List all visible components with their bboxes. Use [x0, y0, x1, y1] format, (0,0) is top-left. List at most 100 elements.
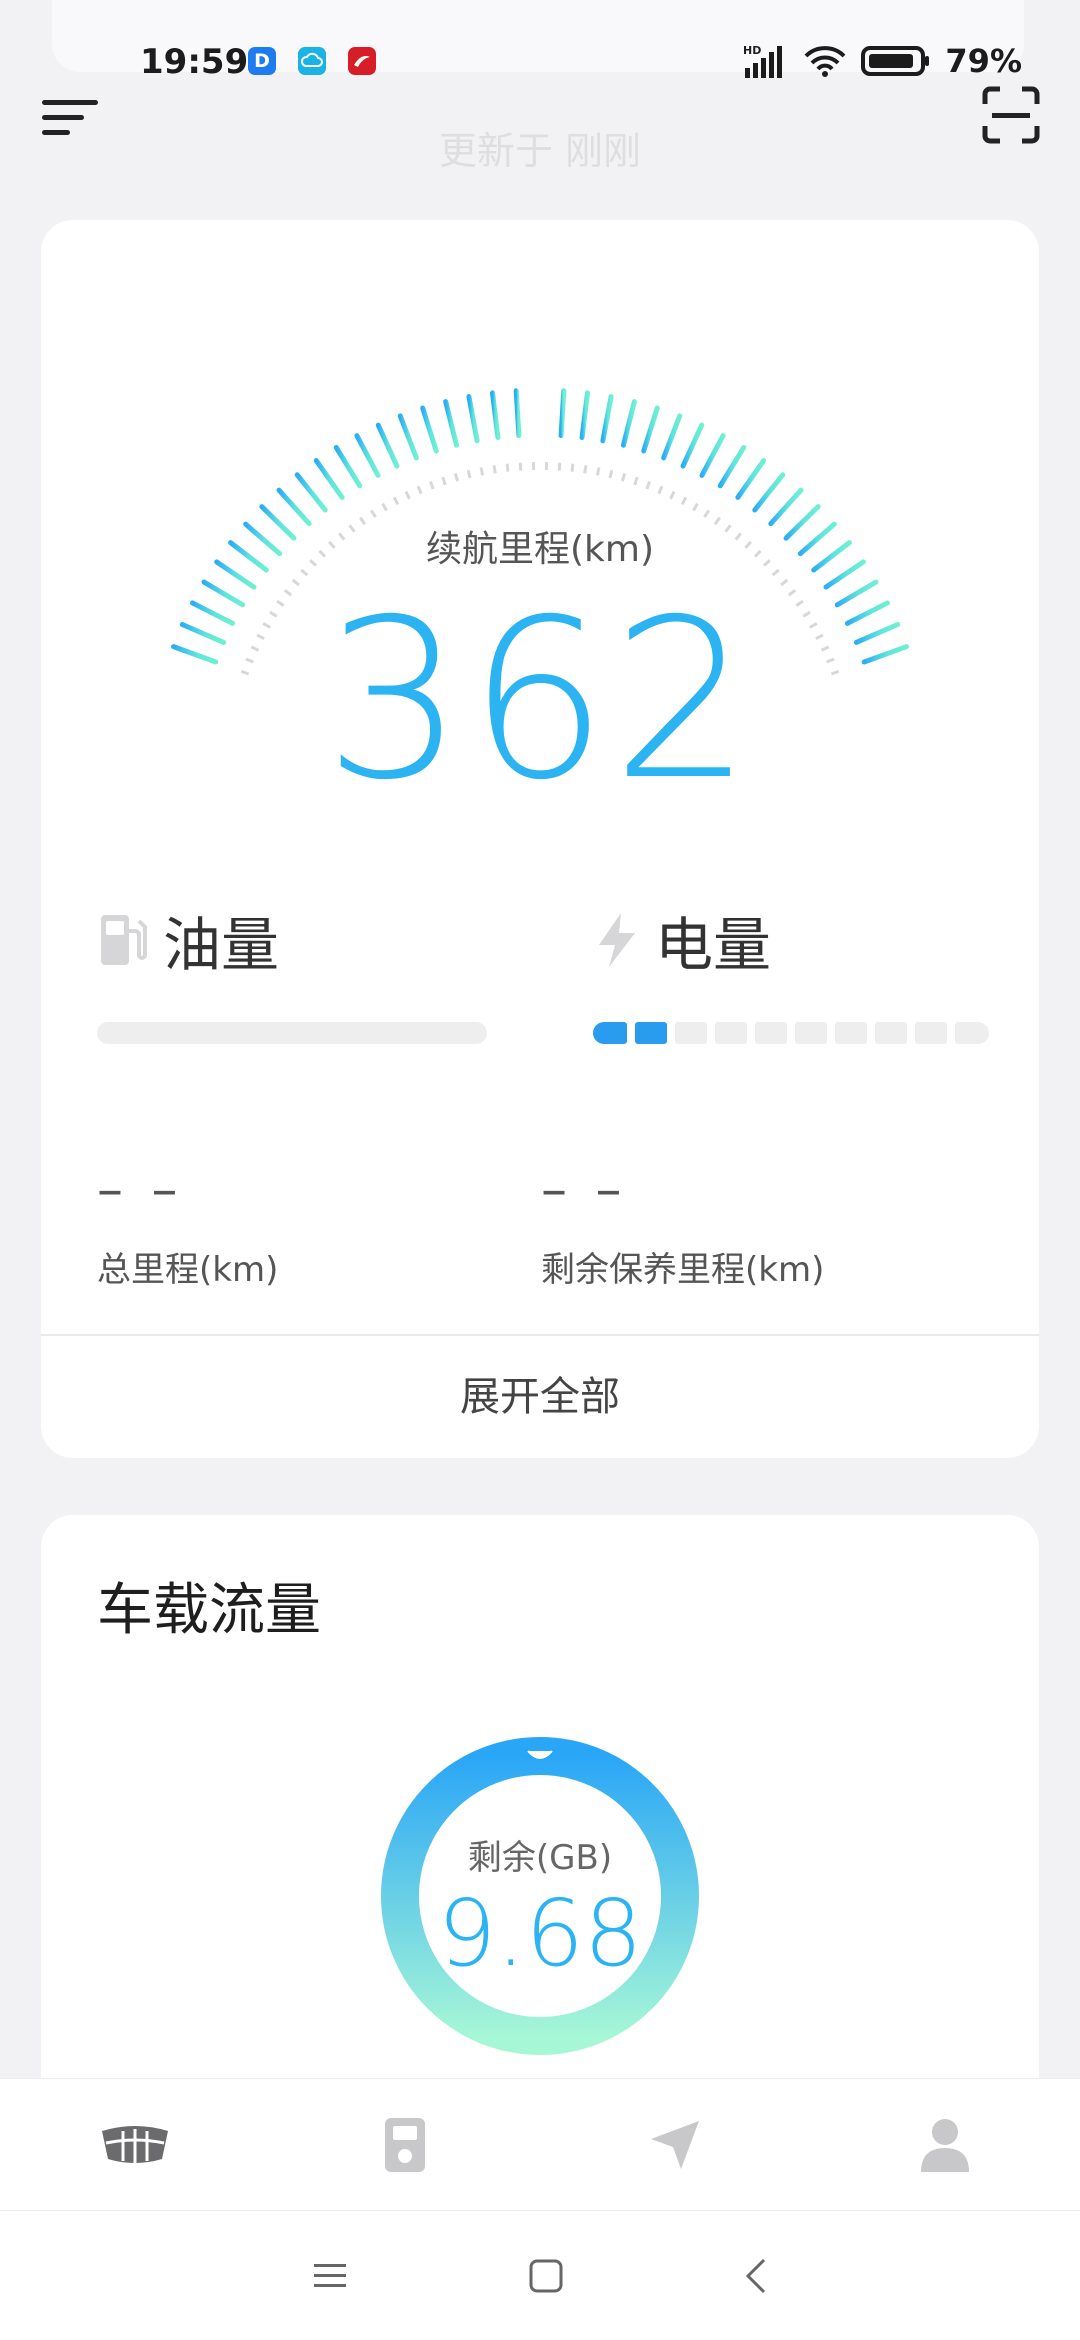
lightning-icon [599, 913, 635, 967]
gauge-tick [420, 405, 439, 454]
battery-segment [875, 1022, 907, 1044]
svg-text:HD: HD [743, 44, 761, 57]
battery-percent: 79% [945, 42, 1022, 80]
navigation-arrow-icon [651, 2120, 699, 2169]
gauge-tick [768, 487, 804, 527]
gauge-tick [333, 444, 363, 489]
battery-segment [755, 1022, 787, 1044]
update-status: 更新于 刚刚 [438, 129, 642, 173]
fuel-section: 油量 [97, 900, 487, 1044]
gauge-minor-tick [392, 496, 400, 506]
gauge-minor-tick [633, 476, 639, 486]
gauge-tick [752, 472, 786, 513]
gauge-tick [443, 399, 460, 448]
battery-segment [675, 1022, 707, 1044]
gauge-minor-tick [370, 509, 377, 518]
top-bar: 更新于 刚刚 [0, 80, 1080, 180]
gauge-tick [276, 487, 312, 527]
range-value: 362 [324, 572, 756, 828]
gauge-tick [620, 399, 637, 448]
gauge-tick [735, 458, 767, 500]
airline-app-icon [348, 47, 376, 75]
wifi-icon [804, 46, 846, 77]
battery-segment [593, 1022, 627, 1044]
bottom-tab-bar [0, 2078, 1080, 2210]
cloud-app-icon [298, 47, 326, 75]
tab-remote-key[interactable] [270, 2079, 540, 2210]
gauge-minor-tick [441, 476, 447, 486]
tab-navigation[interactable] [540, 2079, 810, 2210]
gauge-tick [699, 433, 726, 478]
gauge-minor-tick [381, 502, 388, 512]
gauge-tick [661, 413, 683, 461]
maintenance-mileage-label: 剩余保养里程(km) [541, 1250, 825, 1290]
home-icon[interactable] [528, 2258, 564, 2294]
fuel-pump-icon [101, 915, 147, 965]
battery-icon [861, 46, 930, 76]
gauge-minor-tick [703, 509, 710, 518]
gauge-tick [641, 405, 660, 454]
battery-segment [955, 1022, 989, 1044]
electricity-label: 电量 [655, 911, 772, 979]
gauge-minor-tick [669, 490, 676, 500]
recent-apps-icon[interactable] [312, 2260, 348, 2292]
maintenance-mileage-value: – – [541, 1160, 628, 1220]
battery-segment [835, 1022, 867, 1044]
gauge-tick [294, 472, 328, 513]
gauge-minor-tick [657, 485, 664, 495]
gauge-minor-tick [492, 465, 497, 474]
gauge-minor-tick [466, 469, 472, 479]
data-usage-title: 车载流量 [97, 1578, 321, 1643]
gauge-tick [313, 458, 345, 500]
gauge-minor-tick [595, 467, 601, 476]
gauge-minor-tick [583, 465, 588, 474]
gauge-minor-tick [453, 473, 459, 482]
gauge-tick [375, 422, 400, 469]
gauge-minor-tick [505, 463, 510, 472]
vehicle-status-card: 续航里程(km) 362 油量 电量 – – 总里程(km) – – 剩余保养里… [41, 220, 1039, 1458]
gauge-minor-tick [680, 496, 688, 506]
dingtalk-app-icon: D [248, 47, 276, 75]
car-key-icon [385, 2117, 425, 2172]
gauge-tick [558, 388, 567, 439]
gauge-minor-tick [608, 469, 614, 479]
status-time: 19:59 [140, 42, 249, 82]
signal-icon: HD [743, 44, 783, 78]
fuel-level-bar [97, 1022, 487, 1044]
battery-level-bar [593, 1022, 993, 1044]
gauge-tick [717, 444, 747, 489]
total-mileage-stat: – – 总里程(km) [97, 1160, 278, 1291]
scan-icon[interactable] [982, 86, 1040, 144]
range-label: 续航里程(km) [425, 529, 654, 570]
battery-segment [915, 1022, 947, 1044]
gauge-tick [397, 413, 419, 461]
gauge-tick [600, 394, 614, 444]
tab-profile[interactable] [810, 2079, 1080, 2210]
person-icon [921, 2118, 969, 2172]
data-remaining-value: 9.68 [437, 1880, 643, 1987]
gauge-tick [466, 394, 480, 444]
status-indicators: HD 79% [743, 42, 1022, 80]
battery-segment [795, 1022, 827, 1044]
total-mileage-label: 总里程(km) [97, 1250, 279, 1290]
gauge-minor-tick [404, 490, 411, 500]
back-icon[interactable] [744, 2257, 768, 2295]
gauge-tick [513, 388, 522, 439]
battery-segment [715, 1022, 747, 1044]
expand-all-button[interactable]: 展开全部 [41, 1336, 1039, 1458]
gauge-minor-tick [428, 480, 435, 490]
gauge-minor-tick [621, 473, 627, 482]
gauge-minor-tick [645, 480, 652, 490]
gauge-tick [680, 422, 705, 469]
gauge-tick [579, 390, 591, 441]
data-remaining-label: 剩余(GB) [467, 1838, 613, 1878]
gauge-minor-tick [692, 502, 699, 512]
battery-segment [635, 1022, 667, 1044]
gauge-tick [354, 433, 381, 478]
maintenance-mileage-stat: – – 剩余保养里程(km) [541, 1160, 824, 1291]
electricity-section: 电量 [593, 900, 993, 1044]
tab-vehicle[interactable] [0, 2079, 270, 2210]
car-grille-icon [102, 2125, 168, 2163]
fuel-label: 油量 [163, 911, 280, 979]
gauge-minor-tick [416, 485, 423, 495]
